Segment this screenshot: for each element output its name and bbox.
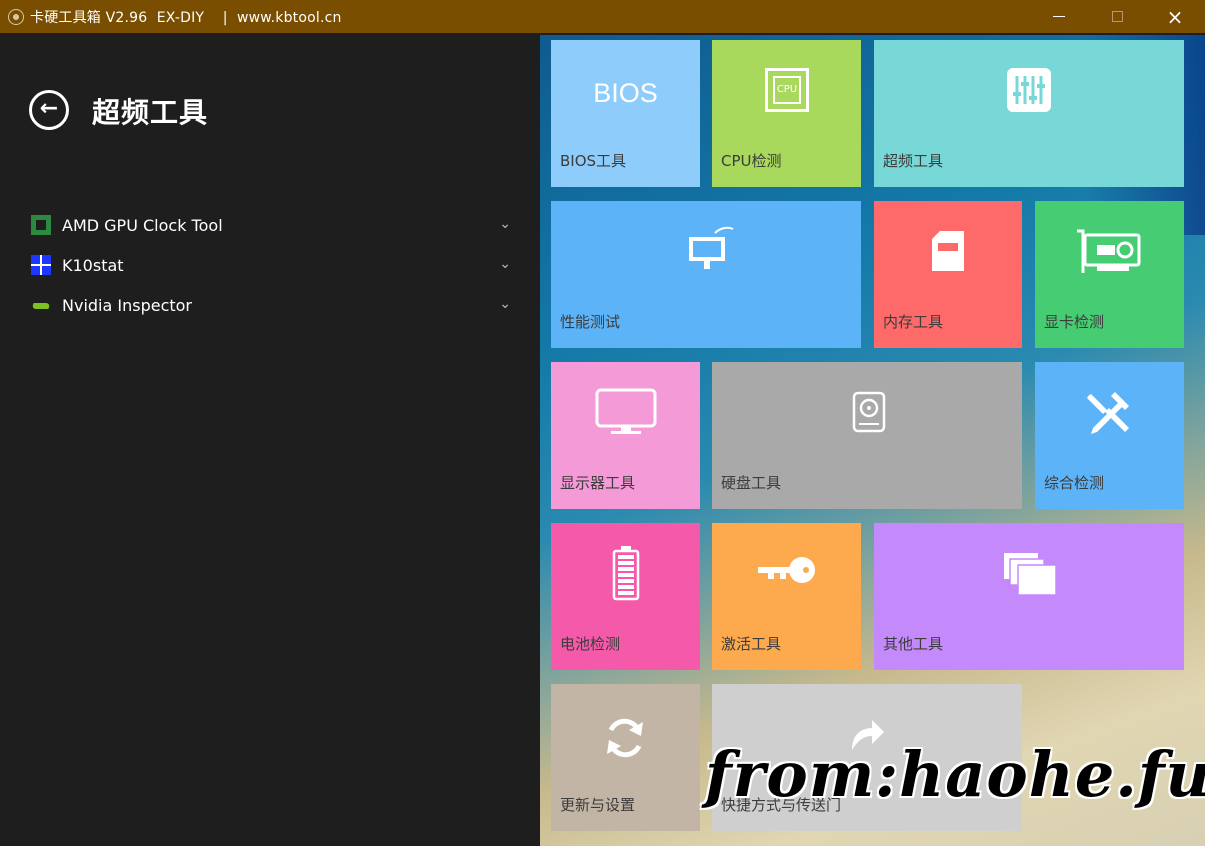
- page-title: 超频工具: [92, 96, 209, 129]
- tile-label: 性能测试: [560, 313, 621, 331]
- sidebar-item-nvidia-inspector[interactable]: Nvidia Inspector ⌄: [31, 290, 511, 320]
- tile-label: BIOS工具: [560, 152, 627, 170]
- tile-activation-tools[interactable]: 激活工具: [712, 523, 861, 670]
- sidebar-item-k10stat[interactable]: K10stat ⌄: [31, 250, 511, 280]
- key-icon: [758, 557, 815, 583]
- tile-update-settings[interactable]: 更新与设置: [551, 684, 700, 831]
- tile-harddisk-tools[interactable]: 硬盘工具: [712, 362, 1022, 509]
- tile-bios-tools[interactable]: BIOS BIOS工具: [551, 40, 700, 187]
- display-icon: [595, 388, 657, 434]
- back-arrow-icon: ←: [39, 96, 59, 121]
- monitor-icon: [689, 226, 734, 269]
- gpu-card-icon: [1077, 229, 1141, 273]
- close-button[interactable]: ×: [1146, 0, 1204, 33]
- minimize-button[interactable]: [1030, 0, 1088, 33]
- tile-label: 综合检测: [1044, 474, 1105, 492]
- maximize-button[interactable]: [1088, 0, 1146, 33]
- tile-memory-tools[interactable]: 内存工具: [874, 201, 1022, 348]
- battery-icon: [612, 546, 640, 601]
- back-button[interactable]: ←: [29, 90, 69, 130]
- tile-cpu-check[interactable]: CPU CPU检测: [712, 40, 861, 187]
- sliders-icon: [1007, 68, 1051, 112]
- minimize-icon: [1053, 16, 1065, 17]
- wrench-icon: [1087, 392, 1129, 434]
- chevron-down-icon[interactable]: ⌄: [499, 256, 511, 272]
- nvidia-icon: [31, 295, 51, 315]
- bios-icon: BIOS: [593, 78, 658, 108]
- tile-label: 显示器工具: [560, 474, 636, 492]
- app-icon: [8, 8, 24, 25]
- sidebar: ← 超频工具 AMD GPU Clock Tool ⌄ K10stat ⌄ Nv…: [3, 35, 540, 845]
- sdcard-icon: [932, 231, 964, 271]
- title-bar: 卡硬工具箱 V2.96 EX-DIY | www.kbtool.cn ×: [0, 0, 1205, 33]
- windows-stack-icon: [1004, 553, 1057, 596]
- window-title: 卡硬工具箱 V2.96 EX-DIY | www.kbtool.cn: [30, 9, 342, 26]
- cpu-icon: CPU: [765, 68, 809, 112]
- tile-label: 激活工具: [721, 635, 782, 653]
- amd-icon: [31, 215, 51, 235]
- tile-label: 超频工具: [883, 152, 944, 170]
- refresh-icon: [607, 718, 643, 758]
- tile-overclock-tools[interactable]: 超频工具: [874, 40, 1184, 187]
- harddisk-icon: [852, 391, 886, 433]
- tile-label: 其他工具: [883, 635, 944, 653]
- maximize-icon: [1111, 11, 1123, 22]
- tile-display-tools[interactable]: 显示器工具: [551, 362, 700, 509]
- chevron-down-icon[interactable]: ⌄: [499, 296, 511, 312]
- cpu-icon-text: CPU: [773, 76, 801, 104]
- sidebar-item-label: K10stat: [62, 255, 124, 275]
- chevron-down-icon[interactable]: ⌄: [499, 216, 511, 232]
- tile-comprehensive-check[interactable]: 综合检测: [1035, 362, 1184, 509]
- watermark: from:haohe.fun: [705, 738, 1205, 811]
- tile-label: 硬盘工具: [721, 474, 782, 492]
- sidebar-item-label: Nvidia Inspector: [62, 295, 193, 315]
- tile-battery-check[interactable]: 电池检测: [551, 523, 700, 670]
- tile-performance-test[interactable]: 性能测试: [551, 201, 861, 348]
- sidebar-item-amd-gpu-clock-tool[interactable]: AMD GPU Clock Tool ⌄: [31, 210, 511, 240]
- tile-label: CPU检测: [721, 152, 782, 170]
- tile-label: 电池检测: [560, 635, 621, 653]
- tile-label: 显卡检测: [1044, 313, 1105, 331]
- tile-other-tools[interactable]: 其他工具: [874, 523, 1184, 670]
- tile-gpu-check[interactable]: 显卡检测: [1035, 201, 1184, 348]
- close-icon: ×: [1166, 4, 1184, 29]
- tile-label: 更新与设置: [560, 796, 636, 814]
- sidebar-item-label: AMD GPU Clock Tool: [62, 215, 223, 235]
- tile-label: 内存工具: [883, 313, 944, 331]
- k10stat-icon: [31, 255, 51, 275]
